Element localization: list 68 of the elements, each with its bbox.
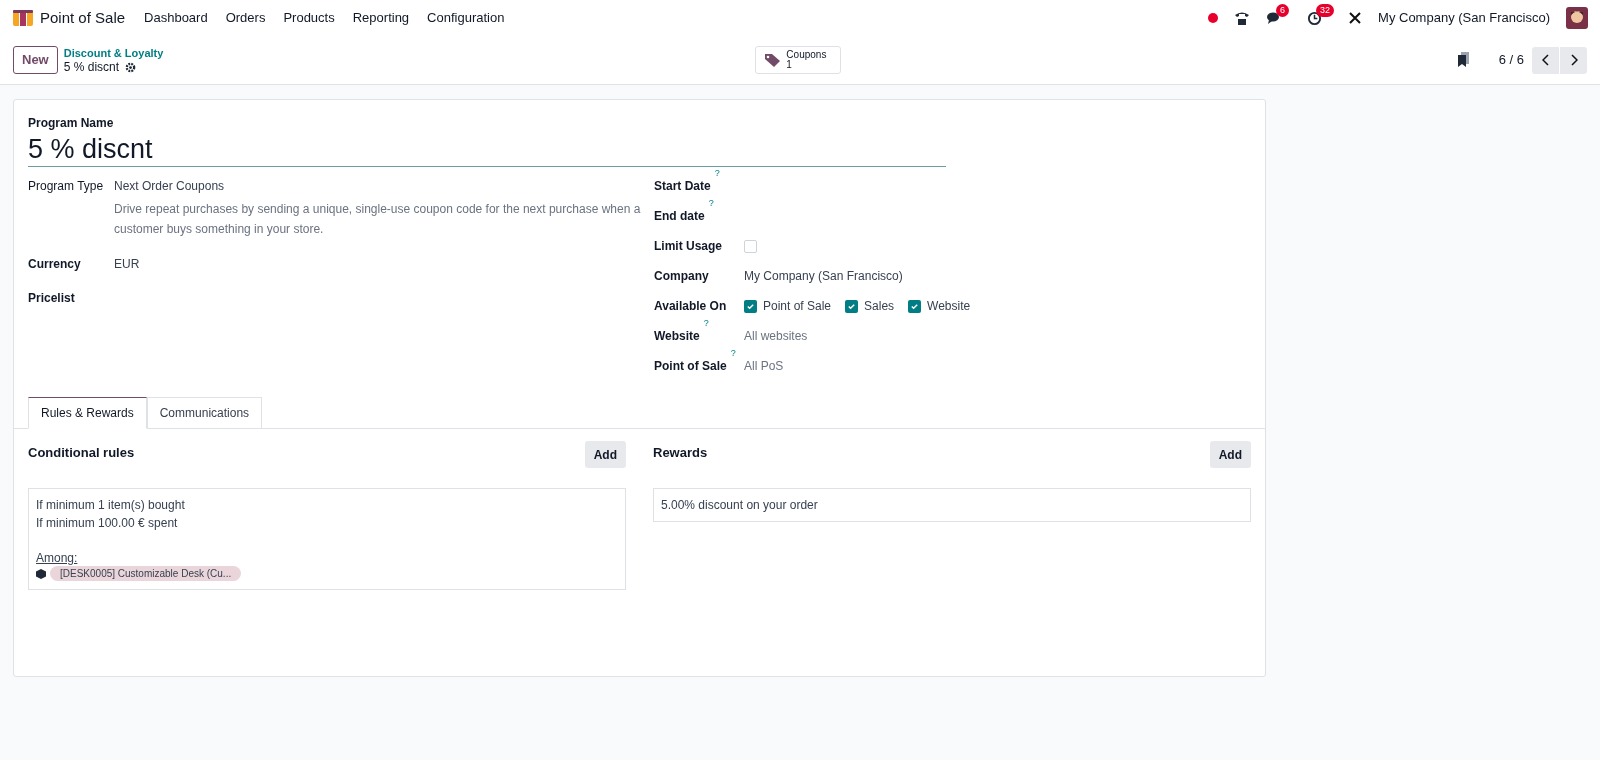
new-button[interactable]: New (13, 46, 58, 74)
field-label: Company (654, 268, 709, 285)
help-text: Drive repeat purchases by sending a unique, single-use coupon code for the next purchase when a customer buys something in your store. (114, 201, 642, 238)
checkbox[interactable] (845, 299, 859, 313)
checkbox-label[interactable]: Sales (864, 297, 895, 315)
section-title: Rewards (653, 444, 708, 462)
add-button[interactable]: Add (584, 441, 626, 468)
field-label: Program Type (28, 178, 105, 195)
phone-icon[interactable] (1234, 10, 1251, 26)
coupons-count: 1 (786, 60, 792, 70)
section-title: Conditional rules (28, 444, 135, 462)
field-label: Program Name (28, 115, 115, 132)
rules-list[interactable]: If minimum 1 item(s) bought If minimum 100.00 € spent Among: [DESK0005] Customizable Desk (Cu... (28, 488, 626, 590)
field-label: Point of Sale (654, 358, 727, 375)
menu-item[interactable]: Orders (216, 8, 275, 28)
field-label: Pricelist (28, 290, 76, 307)
rule-line: 5.00% discount on your order (661, 497, 819, 514)
next-button[interactable] (1560, 46, 1587, 74)
form-tab[interactable]: Rules & Rewards (28, 397, 147, 429)
avatar-icon[interactable] (1566, 7, 1588, 29)
record-name: 5 % discnt (63, 60, 120, 74)
menu-item[interactable]: Dashboard (135, 8, 217, 28)
tag-icon (764, 52, 783, 68)
menu-item[interactable]: Configuration (418, 8, 514, 28)
form-tab[interactable]: Communications (146, 397, 263, 429)
rewards-list[interactable]: 5.00% discount on your order (653, 488, 1251, 522)
rule-line: If minimum 1 item(s) bought (36, 497, 186, 514)
coupons-smart-button[interactable]: Coupons 1 (755, 46, 842, 74)
breadcrumb-link[interactable]: Discount & Loyalty (63, 46, 164, 60)
menu-item[interactable]: Reporting (343, 8, 419, 28)
chevron-right-icon (1569, 54, 1578, 66)
rule-line: If minimum 100.00 € spent (36, 515, 179, 532)
checkbox[interactable] (908, 299, 922, 313)
check-icon (847, 301, 857, 311)
company-switcher[interactable]: My Company (San Francisco) (1378, 8, 1550, 28)
field-value[interactable]: EUR (114, 255, 140, 273)
app-logo-icon[interactable] (12, 9, 34, 27)
checkbox[interactable] (744, 239, 757, 253)
field-value[interactable]: All PoS (744, 357, 784, 375)
field-value[interactable]: My Company (San Francisco) (744, 267, 903, 285)
bookmark-icon[interactable] (1456, 52, 1471, 68)
previous-button[interactable] (1532, 46, 1559, 74)
coupons-label: Coupons (786, 50, 827, 60)
add-button[interactable]: Add (1209, 441, 1251, 468)
app-name[interactable]: Point of Sale (40, 6, 126, 30)
product-tag[interactable]: [DESK0005] Customizable Desk (Cu... (50, 566, 242, 581)
field-label: End date (654, 208, 705, 225)
program-name-field[interactable]: 5 % discnt (28, 132, 946, 167)
chevron-left-icon (1541, 54, 1550, 66)
field-label: Start Date (654, 178, 711, 195)
field-label: Website (654, 328, 700, 345)
among-label: Among: (36, 550, 79, 566)
field-value[interactable]: Next Order Coupons (114, 177, 644, 195)
pager-value[interactable]: 6 / 6 (1498, 50, 1524, 70)
field-label: Available On (654, 298, 727, 315)
checkbox-label[interactable]: Point of Sale (763, 297, 832, 315)
activity-count-badge: 32 (1316, 3, 1335, 17)
check-icon (746, 301, 755, 311)
box-icon (36, 568, 46, 579)
field-label: Currency (28, 256, 82, 273)
checkbox-label[interactable]: Website (927, 297, 971, 315)
check-icon (910, 301, 920, 311)
message-count-badge: 6 (1276, 3, 1290, 17)
field-label: Limit Usage (654, 238, 722, 255)
settings-icon[interactable] (125, 61, 137, 73)
menu-item[interactable]: Products (274, 8, 344, 28)
field-value[interactable]: All websites (744, 327, 808, 345)
checkbox[interactable] (744, 299, 757, 313)
